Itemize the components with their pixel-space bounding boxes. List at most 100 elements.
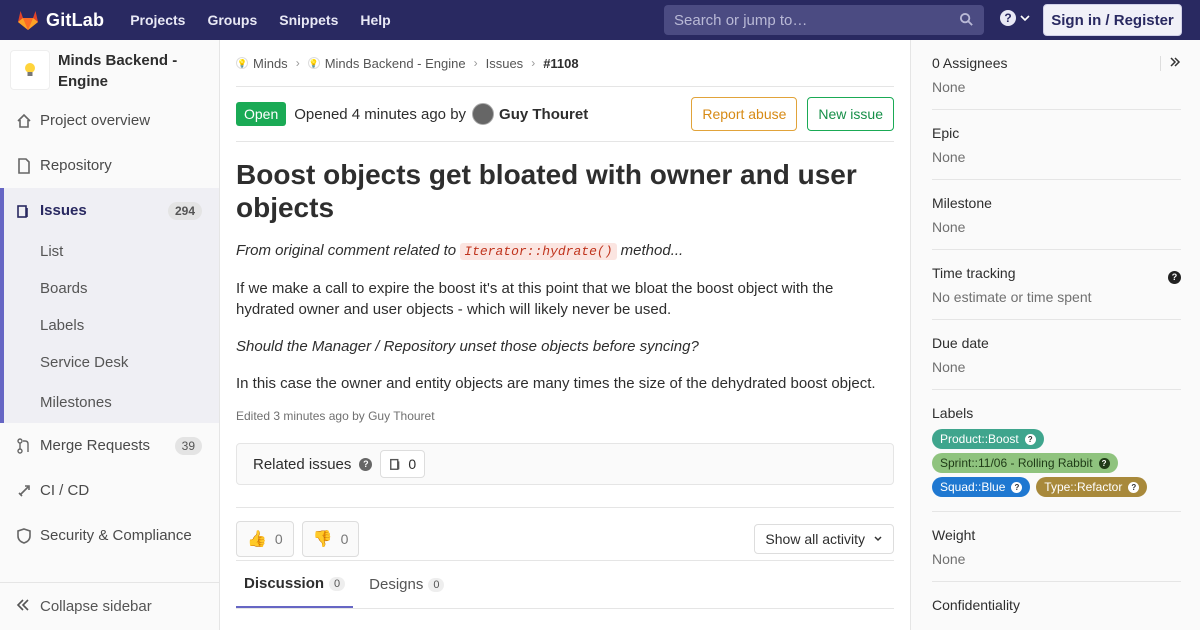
label-text: Product::Boost bbox=[940, 432, 1019, 446]
collapse-sidebar-label: Collapse sidebar bbox=[40, 598, 152, 615]
sidebar-subitem-milestones[interactable]: Milestones bbox=[4, 381, 219, 423]
gitlab-logo[interactable]: GitLab bbox=[16, 8, 104, 32]
milestone-title: Milestone bbox=[932, 195, 992, 211]
weight-value: None bbox=[932, 551, 966, 567]
label-text: Sprint::11/06 - Rolling Rabbit bbox=[940, 456, 1093, 470]
tab-label: Discussion bbox=[244, 575, 325, 592]
label-pill[interactable]: Squad::Blue? bbox=[932, 477, 1031, 497]
label-pill[interactable]: Sprint::11/06 - Rolling Rabbit? bbox=[932, 453, 1118, 473]
due-date-block: Due date None bbox=[932, 320, 1181, 390]
chevron-right-icon: › bbox=[531, 56, 536, 70]
left-sidebar: Minds Backend - Engine Project overview … bbox=[0, 40, 220, 630]
inline-code: Iterator::hydrate() bbox=[460, 243, 617, 260]
sidebar-item-issues[interactable]: Issues 294 bbox=[4, 188, 219, 233]
author-name[interactable]: Guy Thouret bbox=[499, 106, 588, 123]
sidebar-item-label: Repository bbox=[40, 157, 112, 174]
related-issues-count[interactable]: 0 bbox=[380, 450, 426, 478]
tab-designs[interactable]: Designs 0 bbox=[361, 561, 452, 608]
page-title: Boost objects get bloated with owner and… bbox=[236, 159, 857, 223]
rocket-icon bbox=[16, 483, 32, 499]
sidebar-item-merge-requests[interactable]: Merge Requests 39 bbox=[0, 423, 219, 468]
right-sidebar: 0 Assignees None Epic None Milestone Non… bbox=[910, 40, 1200, 630]
gitlab-fox-icon bbox=[18, 11, 38, 30]
thumbs-up-button[interactable]: 👍 0 bbox=[236, 520, 294, 557]
description-paragraph: In this case the owner and entity object… bbox=[236, 375, 876, 392]
nav-projects[interactable]: Projects bbox=[130, 12, 185, 28]
related-count-value: 0 bbox=[408, 456, 417, 472]
sidebar-item-cicd[interactable]: CI / CD bbox=[0, 468, 219, 513]
due-date-title: Due date bbox=[932, 335, 989, 351]
issue-header-bar: Open Opened 4 minutes ago by Guy Thouret… bbox=[236, 87, 894, 142]
project-avatar-icon: 💡 bbox=[307, 57, 320, 69]
assignees-title: 0 Assignees bbox=[932, 55, 1008, 71]
breadcrumb: 💡 Minds › 💡 Minds Backend - Engine › Iss… bbox=[236, 40, 894, 87]
new-issue-button[interactable]: New issue bbox=[807, 97, 894, 131]
award-emoji-bar: 👍 0 👎 0 Show all activity bbox=[236, 507, 894, 561]
home-icon bbox=[16, 113, 32, 129]
nav-groups[interactable]: Groups bbox=[207, 12, 257, 28]
nav-snippets[interactable]: Snippets bbox=[279, 12, 338, 28]
epic-block: Epic None bbox=[932, 110, 1181, 180]
question-icon: ? bbox=[1024, 433, 1036, 445]
description-text: From original comment related to bbox=[236, 242, 457, 259]
confidentiality-title: Confidentiality bbox=[932, 597, 1020, 613]
tab-label: Designs bbox=[369, 576, 424, 593]
description-paragraph: Should the Manager / Repository unset th… bbox=[236, 338, 699, 355]
report-abuse-button[interactable]: Report abuse bbox=[691, 97, 798, 131]
breadcrumb-group[interactable]: 💡 Minds bbox=[236, 56, 288, 71]
sidebar-subitem-boards[interactable]: Boards bbox=[4, 270, 219, 307]
help-dropdown[interactable]: ? bbox=[1000, 10, 1030, 26]
labels-block: Labels Product::Boost? Sprint::11/06 - R… bbox=[932, 390, 1181, 512]
thumbs-down-count: 0 bbox=[340, 530, 349, 547]
epic-title: Epic bbox=[932, 125, 960, 141]
breadcrumb-project[interactable]: 💡 Minds Backend - Engine bbox=[307, 55, 466, 71]
search-input[interactable]: Search or jump to… bbox=[664, 5, 984, 35]
sidebar-item-project-overview[interactable]: Project overview bbox=[0, 98, 219, 143]
nav-help[interactable]: Help bbox=[360, 12, 390, 28]
sidebar-item-label: CI / CD bbox=[40, 482, 90, 499]
main-content: 💡 Minds › 💡 Minds Backend - Engine › Iss… bbox=[236, 40, 894, 609]
sidebar-subitem-labels[interactable]: Labels bbox=[4, 307, 219, 344]
chevron-right-icon: › bbox=[473, 56, 478, 70]
sidebar-issues-section: Issues 294 List Boards Labels Service De… bbox=[0, 188, 219, 423]
tab-count: 0 bbox=[329, 576, 346, 591]
sidebar-item-label: Issues bbox=[40, 202, 87, 219]
assignees-value: None bbox=[932, 79, 966, 95]
project-name: Minds Backend - Engine bbox=[58, 52, 178, 90]
avatar[interactable] bbox=[472, 103, 495, 125]
breadcrumb-project-label: Minds Backend - Engine bbox=[324, 55, 466, 71]
tab-discussion[interactable]: Discussion 0 bbox=[236, 561, 354, 608]
signin-register-button[interactable]: Sign in / Register bbox=[1043, 4, 1182, 36]
sidebar-item-label: Security & Compliance bbox=[40, 527, 192, 544]
double-chevron-right-icon bbox=[1170, 57, 1181, 67]
sidebar-subitem-list[interactable]: List bbox=[4, 233, 219, 270]
related-issues-panel: Related issues ? 0 bbox=[236, 443, 894, 485]
milestone-value: None bbox=[932, 219, 966, 235]
label-text: Squad::Blue bbox=[940, 480, 1006, 494]
sidebar-subitem-service-desk[interactable]: Service Desk bbox=[4, 344, 219, 381]
thumbs-down-button[interactable]: 👎 0 bbox=[301, 520, 360, 557]
label-pill[interactable]: Product::Boost? bbox=[932, 429, 1044, 449]
project-header[interactable]: Minds Backend - Engine bbox=[0, 40, 219, 98]
assignees-block: 0 Assignees None bbox=[932, 40, 1181, 110]
activity-filter-dropdown[interactable]: Show all activity bbox=[754, 523, 894, 554]
breadcrumb-issues[interactable]: Issues bbox=[486, 56, 524, 71]
question-icon[interactable]: ? bbox=[359, 457, 373, 471]
status-badge: Open bbox=[236, 102, 287, 126]
label-pill[interactable]: Type::Refactor? bbox=[1036, 477, 1148, 497]
confidentiality-block: Confidentiality bbox=[932, 582, 1181, 627]
chevron-right-icon: › bbox=[295, 56, 300, 70]
description-text: method... bbox=[620, 242, 684, 259]
sidebar-item-repository[interactable]: Repository bbox=[0, 143, 219, 188]
collapse-sidebar-button[interactable]: Collapse sidebar bbox=[0, 582, 219, 630]
chevron-down-icon bbox=[1020, 15, 1030, 22]
related-issues-label: Related issues bbox=[253, 455, 352, 473]
sidebar-item-security[interactable]: Security & Compliance bbox=[0, 513, 219, 558]
top-navbar: GitLab Projects Groups Snippets Help Sea… bbox=[0, 0, 1200, 40]
collapse-right-sidebar-button[interactable] bbox=[1160, 56, 1181, 71]
question-icon[interactable]: ? bbox=[1168, 267, 1181, 284]
breadcrumb-current[interactable]: #1108 bbox=[543, 56, 578, 71]
activity-filter-label: Show all activity bbox=[765, 530, 865, 547]
edited-info: Edited 3 minutes ago by Guy Thouret bbox=[236, 409, 435, 423]
description-paragraph: If we make a call to expire the boost it… bbox=[236, 280, 834, 318]
